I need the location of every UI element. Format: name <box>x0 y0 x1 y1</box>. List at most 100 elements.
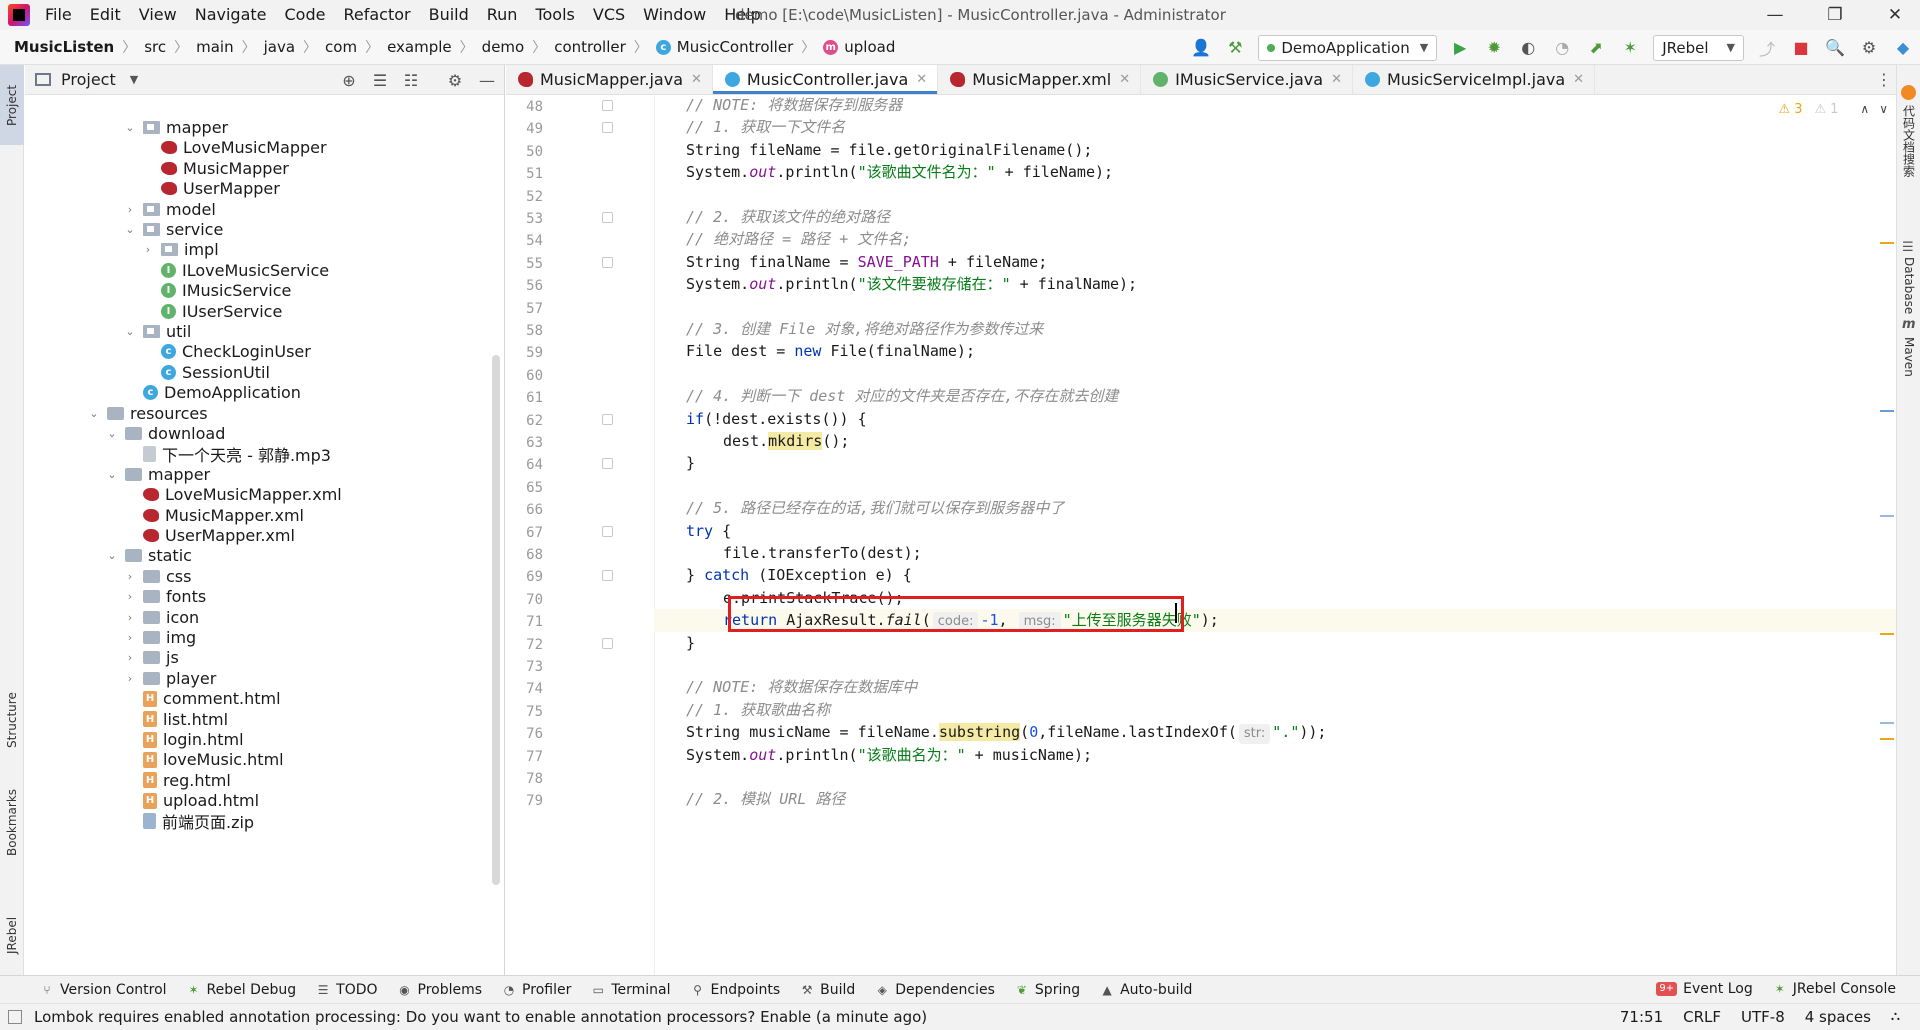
todo-tool[interactable]: ☰ TODO <box>306 982 387 998</box>
breadcrumb-class[interactable]: c MusicController <box>652 38 797 56</box>
settings-gear-icon[interactable]: ⚙ <box>1856 35 1882 61</box>
menu-refactor[interactable]: Refactor <box>334 0 419 30</box>
collapse-arrow-icon[interactable]: › <box>123 590 137 603</box>
bookmarks-tool-tab[interactable]: Bookmarks <box>0 780 24 865</box>
caret-position[interactable]: 71:51 <box>1610 1008 1673 1026</box>
profile-icon[interactable]: ◔ <box>1549 35 1575 61</box>
code-line[interactable]: String musicName = fileName.substring(0,… <box>654 721 1896 745</box>
menu-build[interactable]: Build <box>420 0 478 30</box>
rebel-debug-tool[interactable]: ✶ Rebel Debug <box>177 982 307 998</box>
breadcrumb-java[interactable]: java <box>260 38 299 56</box>
fold-marker-icon[interactable] <box>602 212 613 223</box>
breadcrumb-src[interactable]: src <box>140 38 170 56</box>
editor-tab[interactable]: MusicController.java ✕ <box>712 65 939 94</box>
collapse-arrow-icon[interactable]: › <box>123 203 137 216</box>
run-configuration-select[interactable]: DemoApplication ▼ <box>1258 34 1438 61</box>
code-editor[interactable]: 48 49 50 51 52 53 54 55 56 57 58 59 60 61 62 63 64 65 66 67… <box>506 96 1896 975</box>
code-line[interactable]: // 2. 获取该文件的绝对路径 <box>654 206 1896 228</box>
code-line[interactable]: // NOTE: 将数据保存到服务器 <box>654 96 1896 116</box>
terminal-tool[interactable]: ▭ Terminal <box>581 982 680 998</box>
editor-tab[interactable]: MusicMapper.java ✕ <box>506 65 713 94</box>
code-line[interactable]: if(!dest.exists()) { <box>654 408 1896 430</box>
menu-file[interactable]: File <box>36 0 81 30</box>
info-marker[interactable] <box>1880 410 1894 412</box>
code-line[interactable] <box>654 363 1896 385</box>
code-line[interactable] <box>654 766 1896 788</box>
jrebel-run-icon[interactable]: ⬈ <box>1583 35 1609 61</box>
maximize-button[interactable]: ❐ <box>1810 0 1860 30</box>
info-marker[interactable] <box>1880 515 1894 517</box>
menu-code[interactable]: Code <box>276 0 335 30</box>
code-line[interactable]: System.out.println("该文件要被存储在：" + finalNa… <box>654 273 1896 295</box>
collapse-arrow-icon[interactable]: › <box>123 570 137 583</box>
code-line[interactable]: // 2. 模拟 URL 路径 <box>654 788 1896 810</box>
run-icon[interactable]: ▶ <box>1447 35 1473 61</box>
structure-tool-tab[interactable]: Structure <box>0 680 24 760</box>
code-doc-search-tool-tab[interactable]: 代码文档搜索 <box>1897 105 1920 215</box>
project-tool-tab[interactable]: Project <box>0 65 24 145</box>
code-line[interactable]: // 绝对路径 = 路径 + 文件名; <box>654 228 1896 250</box>
code-line[interactable]: // 3. 创建 File 对象,将绝对路径作为参数传过来 <box>654 318 1896 340</box>
info-marker[interactable] <box>1880 722 1894 724</box>
gear-icon[interactable]: ⚙ <box>445 71 465 91</box>
warning-marker[interactable] <box>1880 242 1894 244</box>
expand-arrow-icon[interactable]: ⌄ <box>123 325 137 338</box>
line-separator[interactable]: CRLF <box>1673 1008 1731 1026</box>
chevron-down-icon[interactable]: ▼ <box>130 73 138 86</box>
line-number-gutter[interactable]: 48 49 50 51 52 53 54 55 56 57 58 59 60 61 62 63 64 65 66 67… <box>506 96 656 975</box>
code-line[interactable]: } catch (IOException e) { <box>654 564 1896 586</box>
menu-vcs[interactable]: VCS <box>584 0 634 30</box>
problems-tool[interactable]: ◉ Problems <box>388 982 493 998</box>
update-app-icon[interactable]: ⤴ <box>1754 35 1780 61</box>
breadcrumb-demo[interactable]: demo <box>478 38 529 56</box>
event-log-tool[interactable]: 9+ Event Log <box>1646 981 1762 997</box>
hammer-build-icon[interactable]: ⚒ <box>1222 35 1248 61</box>
collapse-arrow-icon[interactable]: › <box>123 651 137 664</box>
expand-all-icon[interactable]: ☰ <box>370 71 390 91</box>
fold-marker-icon[interactable] <box>602 256 613 268</box>
code-line[interactable]: dest.mkdirs(); <box>654 430 1896 452</box>
code-line[interactable]: File dest = new File(finalName); <box>654 340 1896 362</box>
editor-tab[interactable]: MusicMapper.xml ✕ <box>938 65 1142 94</box>
menu-window[interactable]: Window <box>634 0 715 30</box>
breadcrumb-com[interactable]: com <box>321 38 361 56</box>
status-message[interactable]: Lombok requires enabled annotation proce… <box>8 1008 927 1026</box>
warning-marker[interactable] <box>1880 633 1894 635</box>
code-line[interactable]: // 5. 路径已经存在的话,我们就可以保存到服务器中了 <box>654 497 1896 519</box>
code-line[interactable]: // 1. 获取歌曲名称 <box>654 699 1896 721</box>
expand-arrow-icon[interactable]: ⌄ <box>105 549 119 562</box>
fold-marker-icon[interactable] <box>602 637 613 649</box>
code-line[interactable]: } <box>654 632 1896 654</box>
fold-marker-icon[interactable] <box>602 570 613 582</box>
search-icon[interactable]: 🔍 <box>1822 35 1848 61</box>
coverage-icon[interactable]: ◐ <box>1515 35 1541 61</box>
expand-arrow-icon[interactable]: ⌄ <box>123 223 137 236</box>
project-tree-scrollbar[interactable] <box>492 355 500 885</box>
collapse-arrow-icon[interactable]: › <box>141 243 155 256</box>
hide-panel-icon[interactable]: — <box>477 71 497 91</box>
expand-arrow-icon[interactable]: ⌄ <box>105 468 119 481</box>
menu-view[interactable]: View <box>130 0 186 30</box>
jetbrains-toolbox-icon[interactable]: ◆ <box>1890 35 1916 61</box>
inspection-widget[interactable]: ⚠ 3 ⚠ 1 ∧ ∨ <box>1779 96 1888 122</box>
profiler-tool[interactable]: ◔ Profiler <box>492 982 581 998</box>
editor-tab[interactable]: IMusicService.java ✕ <box>1141 65 1353 94</box>
fold-marker-icon[interactable] <box>602 100 613 111</box>
close-tab-icon[interactable]: ✕ <box>916 72 927 87</box>
close-tab-icon[interactable]: ✕ <box>691 72 702 87</box>
debug-icon[interactable]: ✹ <box>1481 35 1507 61</box>
collapse-arrow-icon[interactable]: › <box>123 672 137 685</box>
fold-marker-icon[interactable] <box>602 122 613 134</box>
menu-tools[interactable]: Tools <box>526 0 583 30</box>
code-line[interactable]: // NOTE: 将数据保存在数据库中 <box>654 676 1896 698</box>
previous-highlight-icon[interactable]: ∧ <box>1860 102 1869 116</box>
code-line[interactable] <box>654 184 1896 206</box>
code-line[interactable]: System.out.println("该歌曲文件名为：" + fileName… <box>654 161 1896 183</box>
collapse-all-icon[interactable]: ☷ <box>401 71 421 91</box>
project-panel-title[interactable]: Project <box>61 70 116 89</box>
breadcrumb-main[interactable]: main <box>192 38 237 56</box>
file-encoding[interactable]: UTF-8 <box>1731 1008 1795 1026</box>
code-line[interactable] <box>654 475 1896 497</box>
fold-marker-icon[interactable] <box>602 525 613 537</box>
menu-edit[interactable]: Edit <box>81 0 130 30</box>
